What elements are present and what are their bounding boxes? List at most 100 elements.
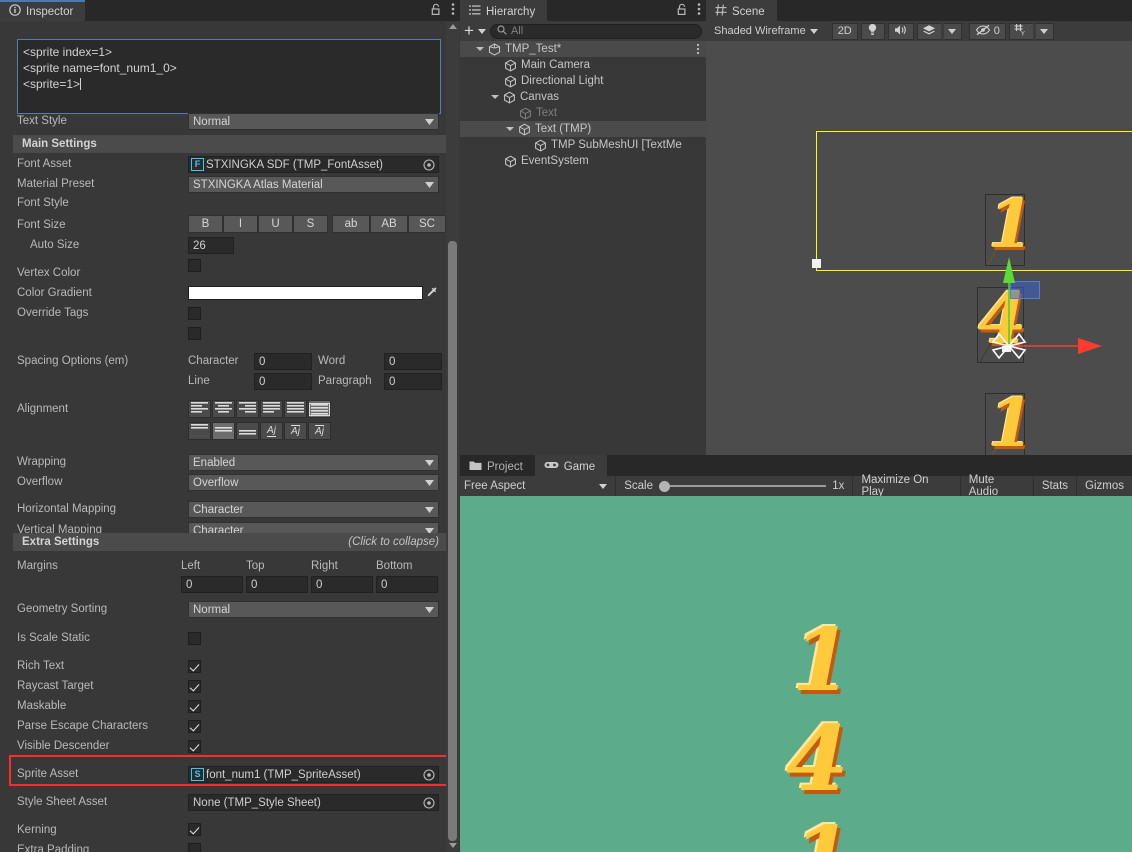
wrapping-dropdown[interactable]: Enabled bbox=[188, 454, 439, 471]
font-style-button-i[interactable]: I bbox=[223, 215, 258, 233]
tab-hierarchy[interactable]: Hierarchy bbox=[460, 0, 548, 21]
chevron-down-icon[interactable] bbox=[477, 25, 486, 37]
object-picker-icon[interactable] bbox=[423, 796, 435, 809]
alignment-button-align-top[interactable] bbox=[188, 422, 211, 440]
lock-icon[interactable] bbox=[430, 3, 442, 19]
hierarchy-expand-triangle-icon[interactable] bbox=[491, 95, 499, 99]
inspector-scrollbar-thumb[interactable] bbox=[448, 241, 457, 841]
hierarchy-search-input[interactable]: All bbox=[489, 23, 702, 39]
style-sheet-asset-field[interactable]: None (TMP_Style Sheet) bbox=[188, 794, 439, 811]
lock-icon[interactable] bbox=[676, 3, 688, 19]
font-style-button-b[interactable]: B bbox=[188, 215, 223, 233]
alignment-button-align-center[interactable] bbox=[212, 400, 235, 418]
scene-fx-dropdown[interactable] bbox=[943, 22, 962, 40]
scale-slider-track[interactable] bbox=[659, 480, 827, 492]
scene-audio-toggle[interactable] bbox=[887, 22, 914, 40]
extra-settings-header[interactable]: Extra Settings (Click to collapse) bbox=[13, 533, 447, 551]
game-aspect-dropdown[interactable]: Free Aspect bbox=[460, 476, 617, 496]
scroll-down-arrow-icon[interactable] bbox=[449, 843, 457, 848]
hierarchy-item[interactable]: Canvas bbox=[460, 89, 706, 105]
font-style-button-u[interactable]: U bbox=[258, 215, 293, 233]
font-asset-field[interactable]: F STXINGKA SDF (TMP_FontAsset) bbox=[188, 156, 439, 173]
alignment-button-align-justified[interactable] bbox=[260, 400, 283, 418]
canvas-handle-left[interactable] bbox=[812, 259, 821, 268]
hierarchy-item[interactable]: Text bbox=[460, 105, 706, 121]
is-scale-static-checkbox[interactable] bbox=[188, 632, 201, 645]
hierarchy-item[interactable]: Directional Light bbox=[460, 73, 706, 89]
game-gizmos-button[interactable]: Gizmos bbox=[1077, 476, 1132, 496]
font-style-button-ab[interactable]: ab bbox=[332, 215, 370, 233]
hierarchy-item[interactable]: EventSystem bbox=[460, 153, 706, 169]
text-input-field[interactable]: <sprite index=1> <sprite name=font_num1_… bbox=[17, 39, 441, 114]
alignment-button-align-bottom[interactable] bbox=[236, 422, 259, 440]
scale-slider-thumb[interactable] bbox=[659, 480, 671, 492]
scene-draw-mode-dropdown[interactable]: Shaded Wireframe bbox=[711, 23, 823, 40]
spacing-character-input[interactable]: 0 bbox=[254, 353, 312, 370]
hierarchy-expand-triangle-icon[interactable] bbox=[506, 127, 514, 131]
scene-2d-toggle[interactable]: 2D bbox=[831, 22, 858, 40]
spacing-paragraph-input[interactable]: 0 bbox=[384, 373, 442, 390]
alignment-button-align-flush[interactable] bbox=[284, 400, 307, 418]
alignment-button-align-geometry-center[interactable] bbox=[308, 400, 331, 418]
kebab-menu-icon[interactable] bbox=[696, 43, 700, 55]
game-maximize-on-play-button[interactable]: Maximize On Play bbox=[853, 474, 961, 498]
font-style-button-sc[interactable]: SC bbox=[408, 215, 446, 233]
font-style-button-ab[interactable]: AB bbox=[370, 215, 408, 233]
hierarchy-expand-triangle-icon[interactable] bbox=[476, 47, 484, 51]
margin-top-input[interactable]: 0 bbox=[246, 576, 308, 593]
scene-gizmos-toggle[interactable]: Y bbox=[1008, 22, 1033, 40]
alignment-button-align-midline[interactable]: Aj bbox=[284, 422, 307, 440]
alignment-button-align-capline[interactable]: Aj bbox=[308, 422, 331, 440]
color-gradient-checkbox[interactable] bbox=[188, 307, 201, 320]
kerning-checkbox[interactable] bbox=[188, 823, 201, 836]
text-style-dropdown[interactable]: Normal bbox=[188, 113, 439, 130]
tab-inspector[interactable]: Inspector bbox=[0, 0, 86, 21]
sprite-asset-field[interactable]: S font_num1 (TMP_SpriteAsset) bbox=[188, 766, 439, 783]
scene-gizmos-dropdown[interactable] bbox=[1035, 22, 1054, 40]
game-stats-button[interactable]: Stats bbox=[1034, 476, 1078, 496]
override-tags-checkbox[interactable] bbox=[188, 327, 201, 340]
scene-lighting-toggle[interactable] bbox=[860, 22, 885, 40]
auto-size-checkbox[interactable] bbox=[188, 259, 201, 272]
alignment-button-align-baseline[interactable]: Aj bbox=[260, 422, 283, 440]
scroll-up-arrow-icon[interactable] bbox=[449, 24, 457, 29]
main-settings-header[interactable]: Main Settings bbox=[13, 135, 447, 153]
overflow-dropdown[interactable]: Overflow bbox=[188, 474, 439, 491]
tab-game[interactable]: Game bbox=[534, 455, 608, 476]
alignment-button-align-left[interactable] bbox=[188, 400, 211, 418]
scene-fx-toggle[interactable] bbox=[916, 22, 941, 40]
tab-project[interactable]: Project bbox=[460, 455, 535, 476]
hierarchy-item[interactable]: Text (TMP) bbox=[460, 121, 706, 137]
maskable-checkbox[interactable] bbox=[188, 700, 201, 713]
alignment-button-align-right[interactable] bbox=[236, 400, 259, 418]
move-gizmo[interactable] bbox=[906, 241, 1106, 381]
game-scale-slider[interactable]: Scale 1x bbox=[616, 476, 854, 496]
rich-text-checkbox[interactable] bbox=[188, 660, 201, 673]
game-mute-audio-button[interactable]: Mute Audio bbox=[961, 474, 1034, 498]
scene-viewport[interactable]: 1 4 1 bbox=[706, 41, 1132, 455]
spacing-word-input[interactable]: 0 bbox=[384, 353, 442, 370]
spacing-line-input[interactable]: 0 bbox=[254, 373, 312, 390]
kebab-menu-icon[interactable] bbox=[451, 2, 455, 19]
extra-padding-checkbox[interactable] bbox=[188, 843, 201, 852]
hierarchy-item[interactable]: TMP SubMeshUI [TextMe bbox=[460, 137, 706, 153]
kebab-menu-icon[interactable] bbox=[697, 2, 701, 19]
margin-left-input[interactable]: 0 bbox=[181, 576, 243, 593]
add-gameobject-button[interactable]: + bbox=[464, 22, 474, 39]
vertex-color-swatch[interactable] bbox=[188, 286, 423, 300]
eyedropper-icon[interactable] bbox=[426, 286, 439, 302]
geometry-sorting-dropdown[interactable]: Normal bbox=[188, 601, 439, 618]
margin-right-input[interactable]: 0 bbox=[311, 576, 373, 593]
visible-descender-checkbox[interactable] bbox=[188, 740, 201, 753]
margin-bottom-input[interactable]: 0 bbox=[376, 576, 438, 593]
game-viewport[interactable]: 1 4 1 bbox=[460, 496, 1132, 852]
hierarchy-item[interactable]: Main Camera bbox=[460, 57, 706, 73]
alignment-button-align-middle[interactable] bbox=[212, 422, 235, 440]
object-picker-icon[interactable] bbox=[423, 768, 435, 781]
font-style-button-s[interactable]: S bbox=[293, 215, 328, 233]
horizontal-mapping-dropdown[interactable]: Character bbox=[188, 501, 439, 518]
font-size-input[interactable]: 26 bbox=[188, 237, 234, 254]
parse-escape-checkbox[interactable] bbox=[188, 720, 201, 733]
object-picker-icon[interactable] bbox=[423, 158, 435, 171]
hierarchy-item[interactable]: TMP_Test* bbox=[460, 41, 706, 57]
